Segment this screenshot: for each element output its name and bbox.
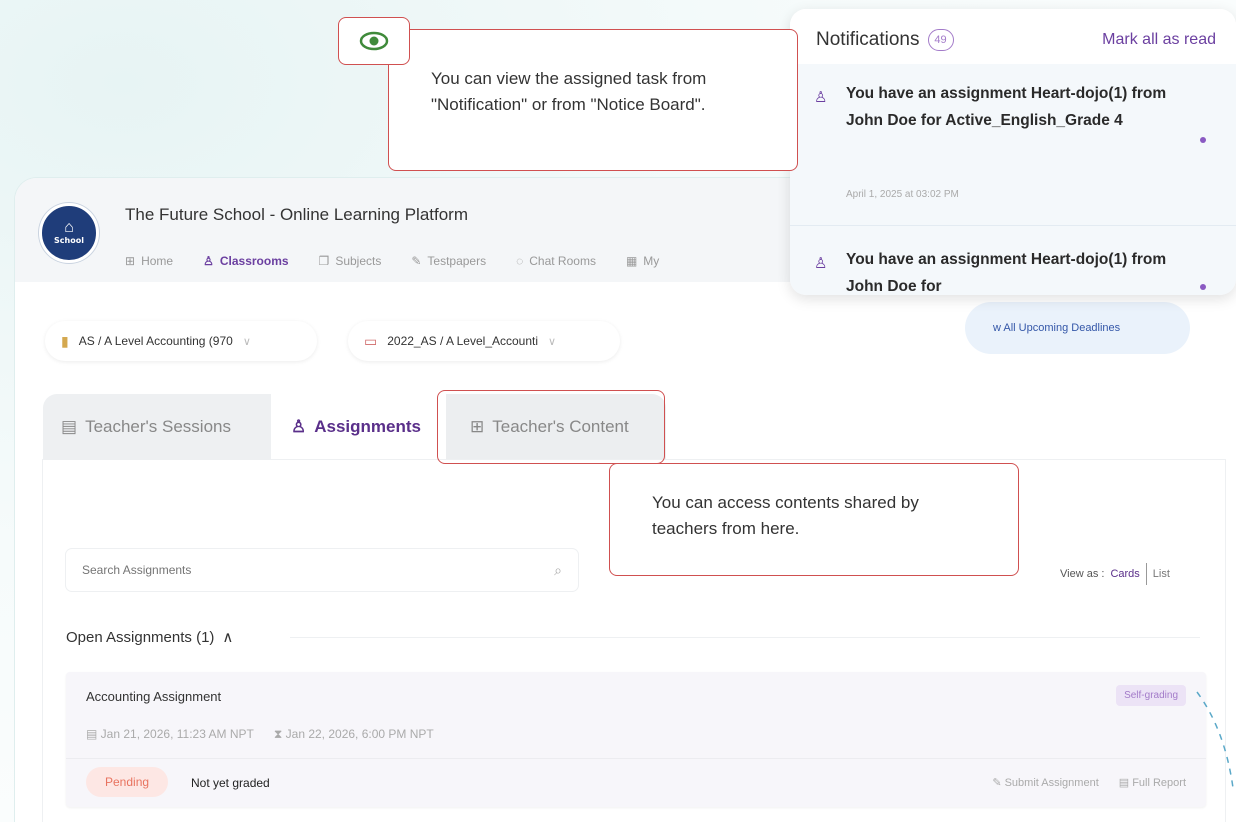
subject-icon: ▮ — [61, 332, 69, 349]
view-cards-option[interactable]: Cards — [1110, 568, 1139, 580]
classroom-icon: ♙ — [203, 254, 214, 268]
chat-icon: ◌ — [516, 254, 524, 268]
start-date-text: Jan 21, 2026, 11:23 AM NPT — [100, 727, 254, 741]
nav-label: My — [643, 254, 660, 268]
nav-label: Subjects — [335, 254, 382, 268]
search-assignments[interactable]: ⌕ — [66, 549, 578, 591]
nav-item-home[interactable]: ⊞ Home — [125, 254, 173, 268]
calendar-icon: ▦ — [625, 254, 638, 268]
assignment-title: Accounting Assignment — [86, 689, 222, 704]
nav-item-testpapers[interactable]: ✎ Testpapers — [411, 254, 486, 268]
mark-all-read-button[interactable]: Mark all as read — [1102, 31, 1216, 49]
app-title: The Future School - Online Learning Plat… — [125, 205, 469, 224]
testpaper-icon: ✎ — [411, 254, 422, 268]
report-icon: ▤ — [1118, 777, 1133, 789]
logo-text: School — [54, 236, 84, 245]
status-badge: Pending — [86, 767, 169, 797]
start-date: ▤ Jan 21, 2026, 11:23 AM NPT — [86, 727, 254, 742]
tab-assignments[interactable]: ♙ Assignments — [271, 394, 446, 460]
assignment-icon: ♙ — [814, 255, 828, 272]
main-nav: ⊞ Home ♙ Classrooms ❐ Subjects ✎ Testpap… — [125, 254, 689, 268]
notifications-title: Notifications 49 — [816, 29, 954, 51]
submit-label: Submit Assignment — [1004, 777, 1099, 789]
view-as-label: View as : — [1060, 568, 1105, 580]
book-icon: ❐ — [318, 254, 330, 268]
nav-label: Testpapers — [427, 254, 487, 268]
unread-dot — [1200, 284, 1206, 290]
tab-label: Teacher's Sessions — [85, 417, 231, 436]
self-grading-badge: Self-grading — [1116, 685, 1186, 706]
assignment-icon: ♙ — [291, 417, 307, 436]
notifications-header: Notifications 49 Mark all as read — [790, 9, 1236, 64]
notification-count-badge: 49 — [927, 29, 954, 51]
full-report-button[interactable]: ▤ Full Report — [1119, 776, 1186, 789]
teachers-content-highlight — [437, 390, 665, 464]
nav-item-subjects[interactable]: ❐ Subjects — [319, 254, 382, 268]
tab-teachers-sessions[interactable]: ▤ Teacher's Sessions — [43, 394, 271, 460]
submit-assignment-button[interactable]: ✎ Submit Assignment — [992, 776, 1098, 789]
dashed-connector — [1196, 691, 1234, 789]
search-icon[interactable]: ⌕ — [554, 562, 562, 579]
view-upcoming-deadlines-button[interactable]: w All Upcoming Deadlines — [965, 302, 1190, 354]
school-building-icon: ⌂ — [64, 219, 74, 236]
nav-label: Chat Rooms — [529, 254, 596, 268]
chevron-up-icon[interactable]: ∧ — [222, 628, 233, 646]
monitor-icon: ▭ — [364, 332, 378, 349]
search-input[interactable] — [82, 563, 555, 577]
notification-item[interactable]: ♙ You have an assignment Heart-dojo(1) f… — [790, 226, 1236, 295]
assignment-actions: ✎ Submit Assignment ▤ Full Report — [992, 776, 1186, 789]
subject-select[interactable]: ▮ AS / A Level Accounting (970 ∨ — [45, 321, 317, 361]
calendar-icon: ▤ — [86, 727, 101, 741]
notification-tip-text: You can view the assigned task from "Not… — [431, 69, 707, 114]
report-label: Full Report — [1132, 777, 1186, 789]
subject-select-value: AS / A Level Accounting (970 — [78, 334, 233, 348]
school-logo[interactable]: ⌂ School — [39, 203, 99, 263]
notification-time: April 1, 2025 at 03:02 PM — [846, 189, 959, 200]
notifications-list: ♙ You have an assignment Heart-dojo(1) f… — [790, 64, 1236, 295]
eye-icon — [359, 31, 389, 51]
class-select[interactable]: ▭ 2022_AS / A Level_Accounti ∨ — [348, 321, 620, 361]
tab-label: Assignments — [314, 417, 421, 436]
grid-icon: ⊞ — [125, 254, 136, 268]
content-tip-text: You can access contents shared by teache… — [652, 493, 919, 538]
nav-item-chat-rooms[interactable]: ◌ Chat Rooms — [516, 254, 596, 268]
notification-tip-callout: You can view the assigned task from "Not… — [388, 29, 798, 171]
view-list-option[interactable]: List — [1153, 568, 1170, 580]
due-date-text: Jan 22, 2026, 6:00 PM NPT — [285, 727, 434, 741]
notifications-panel: Notifications 49 Mark all as read ♙ You … — [790, 9, 1236, 295]
view-as-toggle: View as : Cards List — [1060, 563, 1170, 585]
calendar-icon: ▤ — [61, 417, 78, 436]
eye-icon-highlight[interactable] — [338, 17, 410, 65]
notification-item[interactable]: ♙ You have an assignment Heart-dojo(1) f… — [790, 82, 1236, 226]
chevron-down-icon: ∨ — [548, 335, 557, 348]
unread-dot — [1200, 137, 1206, 143]
nav-item-classrooms[interactable]: ♙ Classrooms — [203, 254, 288, 268]
pencil-icon: ✎ — [992, 777, 1005, 789]
deadlines-label: w All Upcoming Deadlines — [993, 322, 1121, 334]
notification-message: You have an assignment Heart-dojo(1) fro… — [846, 85, 1167, 129]
nav-item-my[interactable]: ▦ My — [626, 254, 659, 268]
section-divider — [290, 637, 1200, 638]
chevron-down-icon: ∨ — [242, 335, 251, 348]
assignment-icon: ♙ — [814, 89, 828, 106]
class-select-value: 2022_AS / A Level_Accounti — [387, 334, 539, 348]
assignment-card-footer: Pending Not yet graded ✎ Submit Assignme… — [66, 758, 1206, 807]
divider — [1145, 563, 1147, 585]
content-tip-callout: You can access contents shared by teache… — [609, 463, 1019, 576]
hourglass-icon: ⧗ — [273, 727, 286, 741]
grade-status: Not yet graded — [191, 776, 270, 790]
nav-label: Classrooms — [219, 254, 289, 268]
notifications-title-text: Notifications — [816, 29, 920, 50]
nav-label: Home — [141, 254, 174, 268]
notification-message: You have an assignment Heart-dojo(1) fro… — [846, 251, 1167, 295]
due-date: ⧗ Jan 22, 2026, 6:00 PM NPT — [274, 727, 434, 742]
assignment-card[interactable]: Accounting Assignment Self-grading ▤ Jan… — [66, 672, 1206, 807]
open-assignments-header[interactable]: Open Assignments (1) ∧ — [66, 628, 233, 647]
assignment-dates: ▤ Jan 21, 2026, 11:23 AM NPT ⧗ Jan 22, 2… — [86, 727, 434, 742]
open-assignments-heading: Open Assignments (1) — [66, 628, 215, 646]
